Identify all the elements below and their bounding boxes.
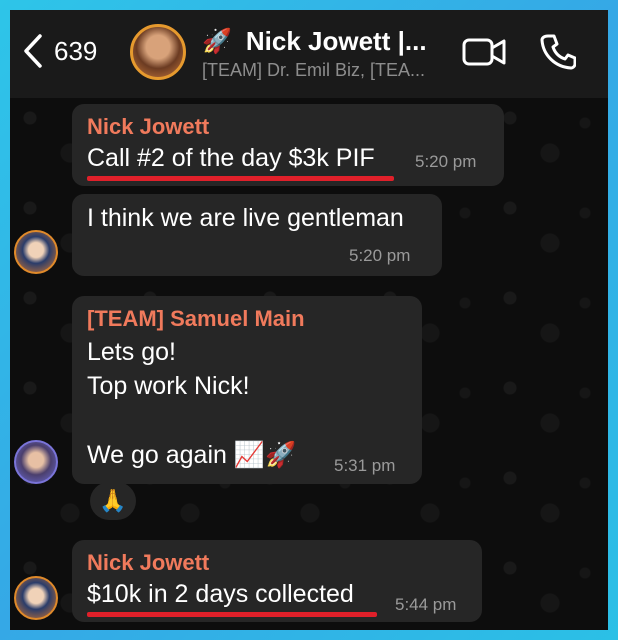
message-line: Top work Nick!: [87, 372, 250, 400]
message-bubble[interactable]: I think we are live gentleman 5:20 pm: [72, 194, 442, 276]
sender-avatar[interactable]: [14, 576, 58, 620]
reaction-badge[interactable]: 🙏: [90, 482, 136, 520]
sender-avatar[interactable]: [14, 230, 58, 274]
message-line: We go again 📈🚀: [87, 441, 297, 469]
sender-name: [TEAM] Samuel Main: [87, 306, 305, 331]
message-time: 5:44 pm: [395, 595, 457, 614]
message-text: I think we are live gentleman: [87, 204, 404, 232]
message-text: Call #2 of the day $3k PIF: [87, 144, 375, 172]
message-time: 5:20 pm: [349, 246, 411, 265]
chat-header: 639 🚀 Nick Jowett |... [TEAM] Dr. Emil B…: [10, 10, 608, 98]
message-time: 5:20 pm: [415, 152, 477, 171]
message-bubble[interactable]: Nick Jowett $10k in 2 days collected 5:4…: [72, 540, 482, 622]
chat-title[interactable]: 🚀 Nick Jowett |...: [202, 26, 427, 57]
voice-call-button[interactable]: [540, 32, 577, 75]
chat-participants[interactable]: [TEAM] Dr. Emil Biz, [TEA...: [202, 60, 425, 81]
praying-hands-emoji: 🙏: [99, 488, 127, 513]
chat-window: 639 🚀 Nick Jowett |... [TEAM] Dr. Emil B…: [10, 10, 608, 630]
sender-name: Nick Jowett: [87, 550, 210, 575]
message-bubble[interactable]: Nick Jowett Call #2 of the day $3k PIF 5…: [72, 104, 504, 186]
message-text: $10k in 2 days collected: [87, 580, 354, 608]
rocket-emoji: 🚀: [202, 28, 232, 55]
back-button[interactable]: 639: [22, 32, 97, 70]
message-time: 5:31 pm: [334, 456, 396, 475]
message-line: Lets go!: [87, 338, 176, 366]
video-camera-icon: [462, 38, 506, 66]
group-avatar[interactable]: [130, 24, 186, 80]
chat-title-text: Nick Jowett |...: [245, 26, 427, 56]
unread-count: 639: [54, 35, 98, 66]
red-underline: [87, 612, 377, 617]
video-call-button[interactable]: [462, 35, 506, 74]
sender-avatar[interactable]: [14, 440, 58, 484]
sender-name: Nick Jowett: [87, 114, 210, 139]
red-underline: [87, 176, 394, 181]
chevron-left-icon: [24, 34, 42, 68]
phone-icon: [540, 34, 577, 70]
message-bubble[interactable]: [TEAM] Samuel Main Lets go! Top work Nic…: [72, 296, 422, 484]
